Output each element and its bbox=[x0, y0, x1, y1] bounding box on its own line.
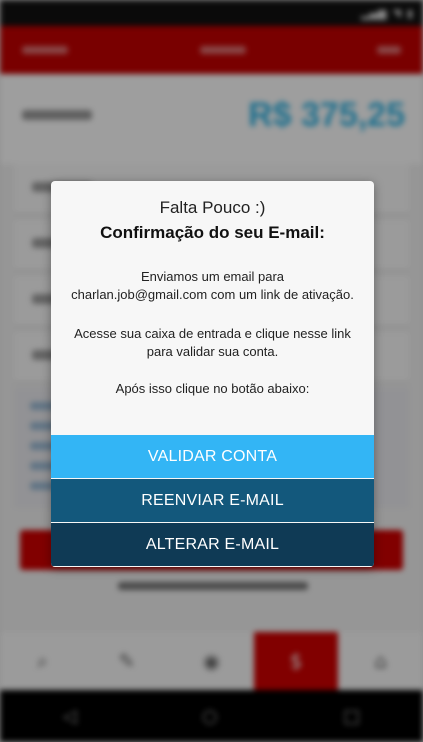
dialog-subtitle: Confirmação do seu E-mail: bbox=[100, 223, 325, 242]
sent-email-text: Enviamos um email para charlan.job@gmail… bbox=[51, 268, 374, 304]
validate-account-button[interactable]: VALIDAR CONTA bbox=[51, 435, 374, 478]
dialog-title: Falta Pouco :) bbox=[159, 198, 266, 217]
change-email-button[interactable]: ALTERAR E-MAIL bbox=[51, 523, 374, 566]
after-text: Após isso clique no botão abaixo: bbox=[115, 381, 310, 396]
user-email: charlan.job@gmail.com bbox=[71, 287, 208, 302]
resend-email-button[interactable]: REENVIAR E-MAIL bbox=[51, 479, 374, 522]
sent-prefix: Enviamos um email para bbox=[140, 269, 285, 284]
instructions-text: Acesse sua caixa de entrada e clique nes… bbox=[74, 326, 351, 359]
sent-suffix: com um link de ativação. bbox=[207, 287, 354, 302]
email-confirmation-dialog: Falta Pouco :) Confirmação do seu E-mail… bbox=[51, 181, 374, 567]
